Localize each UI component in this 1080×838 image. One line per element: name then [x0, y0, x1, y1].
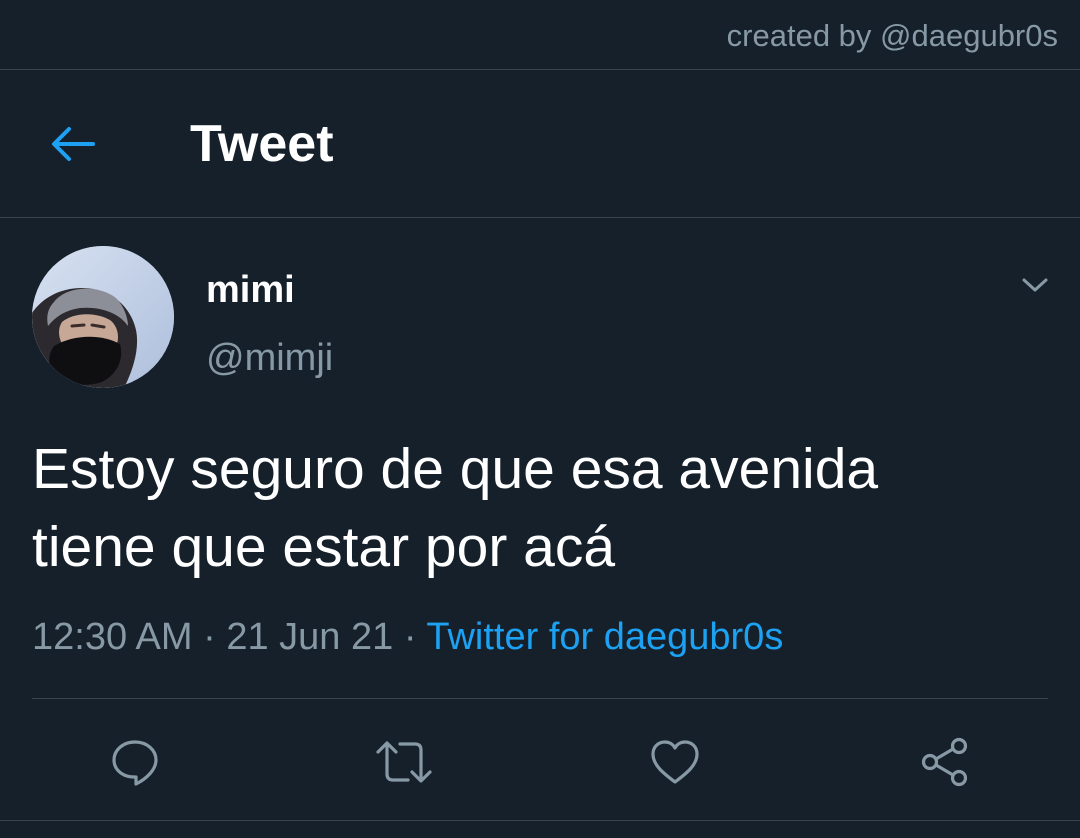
author-name[interactable]: mimi	[206, 268, 295, 312]
credit-text: created by @daegubr0s	[726, 18, 1058, 53]
avatar-photo	[32, 246, 174, 388]
retweet-icon	[376, 741, 432, 783]
more-options-button[interactable]	[1016, 270, 1054, 300]
meta-separator: ·	[403, 616, 417, 658]
credit-bar: created by @daegubr0s	[0, 0, 1080, 70]
reply-icon	[112, 740, 158, 786]
tweet-source-link[interactable]: Twitter for daegubr0s	[426, 616, 783, 658]
arrow-left-icon	[52, 127, 95, 161]
back-button[interactable]	[44, 116, 100, 172]
author-handle[interactable]: @mimji	[206, 336, 333, 380]
retweet-button[interactable]	[372, 730, 436, 794]
like-button[interactable]	[643, 730, 707, 794]
tweet-text: Estoy seguro de que esa avenida tiene qu…	[32, 437, 879, 579]
share-icon	[921, 737, 968, 787]
tweet-detail-screen: created by @daegubr0s Tweet mimi @mimji …	[0, 0, 1080, 838]
like-icon	[651, 740, 699, 784]
avatar[interactable]	[32, 246, 174, 388]
reply-button[interactable]	[103, 730, 167, 794]
tweet-meta: 12:30 AM · 21 Jun 21 · Twitter for daegu…	[32, 614, 783, 660]
tweet-date[interactable]: 21 Jun 21	[226, 616, 393, 658]
tweet-time[interactable]: 12:30 AM	[32, 616, 193, 658]
share-button[interactable]	[913, 730, 977, 794]
chevron-down-icon	[1022, 278, 1048, 292]
header: Tweet	[0, 70, 1080, 218]
divider	[32, 698, 1048, 699]
tweet-actions	[0, 722, 1080, 802]
page-title: Tweet	[190, 115, 334, 173]
meta-separator: ·	[203, 616, 216, 658]
bottom-divider	[0, 820, 1080, 821]
